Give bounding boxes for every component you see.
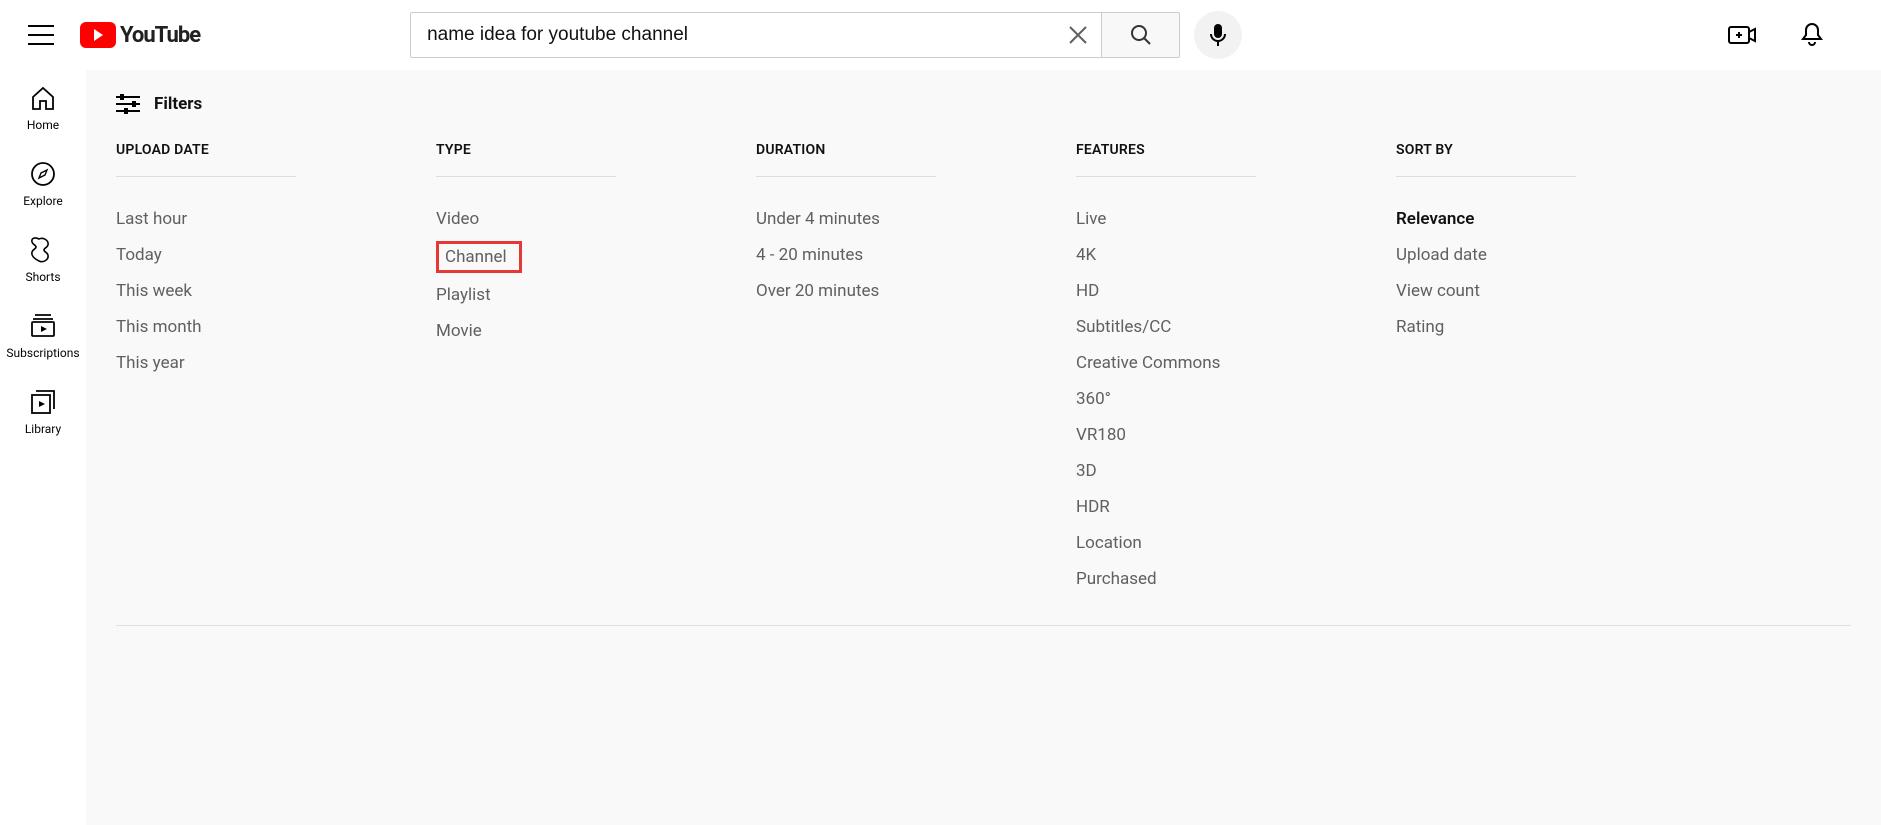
filter-option[interactable]: Rating <box>1396 309 1576 345</box>
filter-option[interactable]: Upload date <box>1396 237 1576 273</box>
filters-header[interactable]: Filters <box>116 94 1851 114</box>
filter-option[interactable]: Channel <box>436 241 522 273</box>
filter-option[interactable]: Last hour <box>116 201 296 237</box>
subscriptions-icon <box>29 312 57 340</box>
search-input[interactable] <box>427 24 1061 46</box>
filter-column-heading: TYPE <box>436 142 616 177</box>
filter-option[interactable]: View count <box>1396 273 1576 309</box>
search-container <box>410 11 1242 59</box>
create-video-icon <box>1728 24 1756 46</box>
filter-column: SORT BY RelevanceUpload dateView countRat… <box>1396 142 1576 597</box>
library-icon <box>29 388 57 416</box>
bell-icon <box>1800 22 1824 48</box>
filter-option[interactable]: This year <box>116 345 296 381</box>
explore-icon <box>29 160 57 188</box>
search-icon <box>1129 23 1153 47</box>
voice-search-button[interactable] <box>1194 11 1242 59</box>
filter-option[interactable]: Purchased <box>1076 561 1256 597</box>
topbar-right <box>1721 14 1861 56</box>
sidebar-item-label: Library <box>25 422 61 436</box>
filter-option[interactable]: Movie <box>436 313 616 349</box>
notifications-button[interactable] <box>1791 14 1833 56</box>
filter-column-heading: SORT BY <box>1396 142 1576 177</box>
sidebar-item-label: Subscriptions <box>6 346 79 360</box>
filter-option[interactable]: Over 20 minutes <box>756 273 936 309</box>
filter-option[interactable]: Relevance <box>1396 201 1576 237</box>
search-input-wrap[interactable] <box>410 12 1102 58</box>
mini-sidebar: Home Explore Shorts Subscriptions Librar… <box>0 70 86 450</box>
top-bar: YouTube <box>0 0 1881 70</box>
filter-option[interactable]: Location <box>1076 525 1256 561</box>
filter-option[interactable]: 4K <box>1076 237 1256 273</box>
sidebar-item-label: Shorts <box>25 270 60 284</box>
filter-column: UPLOAD DATE Last hourTodayThis weekThis m… <box>116 142 296 597</box>
filter-option[interactable]: This month <box>116 309 296 345</box>
sidebar-item-library[interactable]: Library <box>0 374 86 450</box>
filters-label: Filters <box>154 94 202 114</box>
filter-column: TYPE Video Channel PlaylistMovie <box>436 142 616 597</box>
sidebar-item-home[interactable]: Home <box>0 70 86 146</box>
guide-menu-button[interactable] <box>20 14 62 56</box>
sidebar-item-explore[interactable]: Explore <box>0 146 86 222</box>
create-button[interactable] <box>1721 14 1763 56</box>
filter-option[interactable]: HD <box>1076 273 1256 309</box>
filter-option[interactable]: Subtitles/CC <box>1076 309 1256 345</box>
filter-column-heading: UPLOAD DATE <box>116 142 296 177</box>
youtube-wordmark: YouTube <box>120 23 200 48</box>
filter-option[interactable]: VR180 <box>1076 417 1256 453</box>
filter-column: FEATURES Live4KHDSubtitles/CCCreative Com… <box>1076 142 1256 597</box>
sidebar-item-label: Explore <box>23 194 63 208</box>
filter-option[interactable]: Playlist <box>436 277 616 313</box>
sidebar-item-shorts[interactable]: Shorts <box>0 222 86 298</box>
filter-column-heading: DURATION <box>756 142 936 177</box>
filter-option[interactable]: Creative Commons <box>1076 345 1256 381</box>
microphone-icon <box>1208 23 1228 47</box>
search-button[interactable] <box>1102 12 1180 58</box>
filter-option[interactable]: HDR <box>1076 489 1256 525</box>
filter-option[interactable]: Under 4 minutes <box>756 201 936 237</box>
filter-option[interactable]: This week <box>116 273 296 309</box>
youtube-logo[interactable]: YouTube <box>80 22 200 48</box>
sidebar-item-subscriptions[interactable]: Subscriptions <box>0 298 86 374</box>
filter-option[interactable]: 4 - 20 minutes <box>756 237 936 273</box>
filter-option[interactable]: Live <box>1076 201 1256 237</box>
clear-search-button[interactable] <box>1061 18 1095 52</box>
filter-column-heading: FEATURES <box>1076 142 1256 177</box>
youtube-play-icon <box>80 22 116 48</box>
close-icon <box>1067 24 1089 46</box>
sidebar-item-label: Home <box>27 118 59 132</box>
filter-option[interactable]: Video <box>436 201 616 237</box>
filters-columns: UPLOAD DATE Last hourTodayThis weekThis m… <box>116 142 1851 626</box>
filter-option[interactable]: Today <box>116 237 296 273</box>
filter-option[interactable]: 360° <box>1076 381 1256 417</box>
filter-column: DURATION Under 4 minutes4 - 20 minutesOve… <box>756 142 936 597</box>
shorts-icon <box>29 236 57 264</box>
tune-icon <box>116 94 140 114</box>
home-icon <box>29 84 57 112</box>
filters-panel: Filters UPLOAD DATE Last hourTodayThis we… <box>86 70 1881 825</box>
filter-option[interactable]: 3D <box>1076 453 1256 489</box>
